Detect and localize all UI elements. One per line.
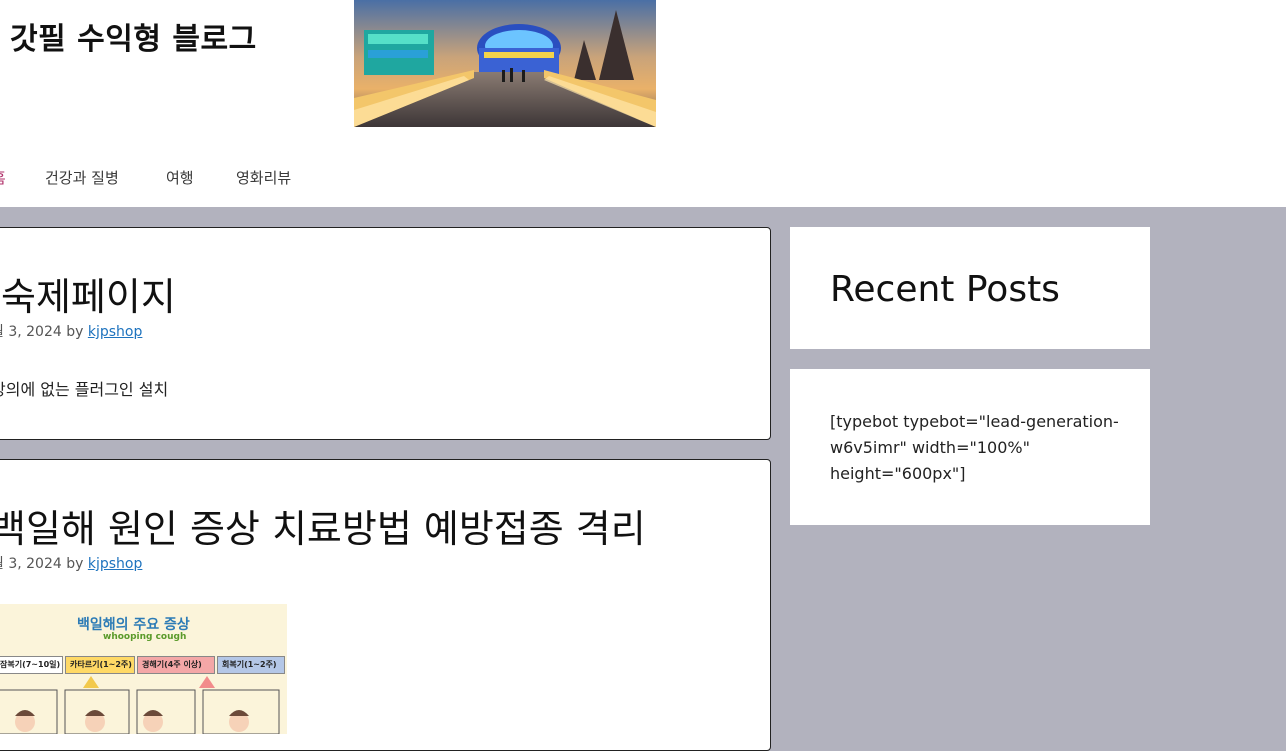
- arrow-up-icon: [199, 676, 215, 688]
- widget-title: Recent Posts: [830, 269, 1060, 310]
- arrow-up-icon: [83, 676, 99, 688]
- post-author-link[interactable]: kjpshop: [88, 556, 143, 572]
- nav-item-travel[interactable]: 여행: [166, 167, 194, 188]
- post-title[interactable]: 백일해 원인 증상 치료방법 예방접종 격리: [0, 498, 646, 553]
- shortcode-widget: [typebot typebot="lead-generation-w6v5im…: [790, 369, 1150, 525]
- post-by-label: by: [66, 324, 84, 340]
- post-title[interactable]: 숙제페이지: [1, 266, 176, 321]
- main-navigation: 홈 건강과 질병 여행 영화리뷰: [0, 150, 700, 204]
- post-date[interactable]: 월 3, 2024: [0, 556, 62, 572]
- post-card: 백일해 원인 증상 치료방법 예방접종 격리 월 3, 2024 by kjps…: [0, 459, 771, 751]
- post-card: 숙제페이지 월 3, 2024 by kjpshop 강의에 없는 플러그인 설…: [0, 227, 771, 440]
- symptom-illustrations: [0, 676, 280, 734]
- nav-item-health[interactable]: 건강과 질병: [45, 167, 119, 188]
- nav-item-home[interactable]: 홈: [0, 167, 6, 188]
- recent-posts-widget: Recent Posts: [790, 227, 1150, 349]
- nav-item-movie-review[interactable]: 영화리뷰: [236, 167, 291, 188]
- post-meta: 월 3, 2024 by kjpshop: [0, 553, 142, 573]
- site-title[interactable]: 갓필 수익형 블로그: [10, 14, 257, 58]
- post-excerpt: 강의에 없는 플러그인 설치: [0, 380, 169, 399]
- post-featured-image[interactable]: 백일해의 주요 증상 whooping cough 잠복기(7~10일) 카타르…: [0, 604, 287, 734]
- post-author-link[interactable]: kjpshop: [88, 324, 143, 340]
- site-header: 갓필 수익형 블로그 건강과 질병 여행 영화리뷰: [0, 0, 1286, 207]
- post-date[interactable]: 월 3, 2024: [0, 324, 62, 340]
- post-meta: 월 3, 2024 by kjpshop: [0, 321, 142, 341]
- post-by-label: by: [66, 556, 84, 572]
- header-banner-image: [354, 0, 656, 127]
- night-bridge-illustration: [354, 0, 656, 127]
- shortcode-text: [typebot typebot="lead-generation-w6v5im…: [830, 412, 1119, 483]
